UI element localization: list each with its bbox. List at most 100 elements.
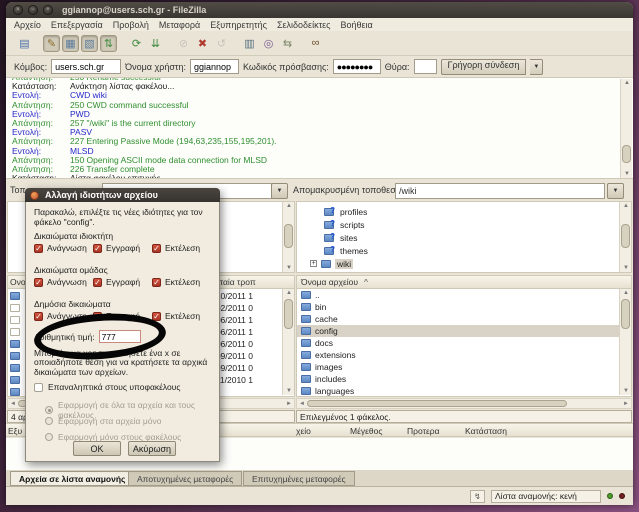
owner-execute-checkbox[interactable] [152,244,161,253]
remote-tree-row[interactable]: sites [297,231,631,244]
remote-file-row[interactable]: config [297,325,631,337]
menu-item[interactable]: Εξυπηρετητής [205,20,272,30]
queue-status-text: Λίστα αναμονής: κενή [491,490,601,503]
remote-list-header[interactable]: Όνομα αρχείου ^ [296,275,632,289]
disconnect-icon[interactable]: ✖ [194,35,211,52]
toggle-remote-tree-icon[interactable]: ▧ [81,35,98,52]
remote-file-row[interactable]: extensions [297,349,631,361]
remote-path-combobox[interactable]: /wiki [395,183,605,199]
local-path-dropdown-icon[interactable]: ▼ [271,183,288,199]
tab-successful-transfers[interactable]: Επιτυχημένες μεταφορές [243,471,355,486]
remote-file-row[interactable]: .. [297,289,631,301]
dialog-title-bar[interactable]: Αλλαγή ιδιοτήτων αρχείου [25,188,220,202]
public-write-checkbox[interactable] [93,312,102,321]
public-read-checkbox[interactable] [34,312,43,321]
ok-button[interactable]: OK [73,441,121,456]
remote-tree-row-wiki[interactable]: + wiki [297,257,631,270]
speed-limits-icon[interactable]: ↯ [470,490,485,503]
remote-tree-row[interactable]: themes [297,244,631,257]
local-file-row[interactable] [10,302,20,314]
close-window-icon[interactable]: × [13,5,23,15]
menu-item[interactable]: Σελιδοδείκτες [272,20,336,30]
queue-col-status[interactable]: Κατάσταση [465,426,507,436]
remote-file-row[interactable]: includes [297,373,631,385]
remote-header-name[interactable]: Όνομα αρχείου [297,277,358,287]
unknown-folder-icon [324,208,334,216]
synchronized-browsing-icon[interactable]: ⇆ [279,35,296,52]
public-execute-checkbox[interactable] [152,312,161,321]
maximize-window-icon[interactable]: + [43,5,53,15]
process-queue-icon[interactable]: ⇊ [147,35,164,52]
queue-col-size[interactable]: Μέγεθος [350,426,382,436]
remote-list-hscrollbar[interactable]: ◄► [296,398,632,409]
unknown-folder-icon [324,234,334,242]
log-scrollbar[interactable]: ▲▼ [620,79,632,178]
directory-comparison-icon[interactable]: ◎ [260,35,277,52]
queue-col-remote-file[interactable]: χείο [296,426,311,436]
toggle-message-log-icon[interactable]: ✎ [43,35,60,52]
radio-icon [45,433,53,441]
folder-icon [301,303,311,311]
quickconnect-dropdown-icon[interactable]: ▼ [530,59,543,75]
owner-write-checkbox[interactable] [93,244,102,253]
dialog-close-icon[interactable] [30,191,39,200]
remote-tree-row[interactable]: scripts [297,218,631,231]
remote-file-row[interactable]: bin [297,301,631,313]
local-file-row[interactable] [10,326,20,338]
owner-permissions-label: Δικαιώματα ιδιοκτήτη [34,231,211,241]
site-manager-icon[interactable]: ▤ [16,35,33,52]
remote-path-dropdown-icon[interactable]: ▼ [607,183,624,199]
menu-item[interactable]: Επεξεργασία [46,20,108,30]
owner-read-checkbox[interactable] [34,244,43,253]
reconnect-icon[interactable]: ↺ [213,35,230,52]
title-bar[interactable]: × − + ggiannop@users.sch.gr - FileZilla [6,2,633,18]
remote-tree-row[interactable]: profiles [297,205,631,218]
local-list-scrollbar[interactable]: ▲▼ [282,289,294,395]
menu-bar: ΑρχείοΕπεξεργασίαΠροβολήΜεταφοράΕξυπηρετ… [6,18,633,31]
local-tree-scrollbar[interactable]: ▲▼ [282,202,294,272]
group-read-checkbox[interactable] [34,278,43,287]
local-header-name[interactable]: Ονο [8,277,26,287]
remote-file-row[interactable]: docs [297,337,631,349]
status-bar: ↯ Λίστα αναμονής: κενή [6,487,633,505]
menu-item[interactable]: Μεταφορά [154,20,205,30]
toggle-queue-icon[interactable]: ⇅ [100,35,117,52]
local-file-row[interactable] [10,386,20,397]
tab-queued-files[interactable]: Αρχεία σε λίστα αναμονής [10,471,134,486]
menu-item[interactable]: Αρχείο [9,20,46,30]
cancel-operation-icon[interactable]: ⊘ [175,35,192,52]
filter-icon[interactable]: ▥ [241,35,258,52]
find-files-icon[interactable]: ∞ [307,35,324,52]
remote-tree-scrollbar[interactable]: ▲▼ [619,202,631,272]
host-input[interactable] [51,59,121,74]
expander-icon[interactable]: + [310,260,317,267]
local-file-row[interactable] [10,314,20,326]
queue-col-priority[interactable]: Προτερα [407,426,439,436]
remote-file-row[interactable]: images [297,361,631,373]
port-input[interactable] [414,59,437,74]
toggle-local-tree-icon[interactable]: ▦ [62,35,79,52]
menu-item[interactable]: Προβολή [108,20,154,30]
local-file-row[interactable] [10,350,20,362]
local-file-row[interactable] [10,374,20,386]
menu-item[interactable]: Βοήθεια [335,20,377,30]
refresh-icon[interactable]: ⟳ [128,35,145,52]
password-input[interactable] [333,59,381,74]
queue-col-server[interactable]: Εξυ [8,426,22,436]
local-file-row[interactable] [10,338,20,350]
minimize-window-icon[interactable]: − [28,5,38,15]
numeric-value-input[interactable] [99,330,141,343]
quickconnect-button[interactable]: Γρήγορη σύνδεση [441,59,527,75]
remote-file-row[interactable]: languages [297,385,631,397]
username-input[interactable] [190,59,239,74]
remote-file-row[interactable]: cache [297,313,631,325]
group-write-checkbox[interactable] [93,278,102,287]
local-file-row[interactable] [10,290,20,302]
group-execute-checkbox[interactable] [152,278,161,287]
connection-led-green-icon [607,493,613,499]
remote-list-scrollbar[interactable]: ▲▼ [619,289,631,395]
tab-failed-transfers[interactable]: Αποτυχημένες μεταφορές [128,471,242,486]
recurse-subfolders-checkbox[interactable] [34,383,43,392]
cancel-button[interactable]: Ακύρωση [128,441,176,456]
local-file-row[interactable] [10,362,20,374]
